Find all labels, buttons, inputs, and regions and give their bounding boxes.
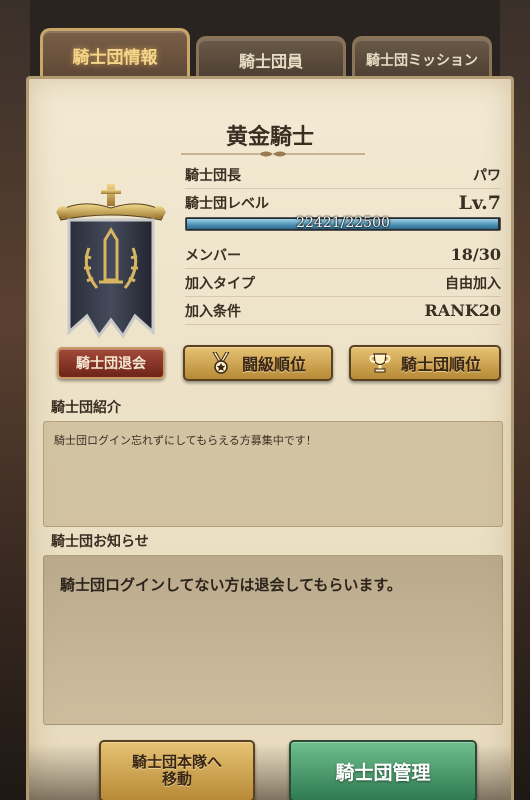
join-type-label: 加入タイプ [185,275,255,292]
guild-manage-button[interactable]: 騎士団管理 [289,740,477,800]
guild-emblem-icon [56,184,166,339]
intro-box: 騎士団ログイン忘れずにしてもらえる方募集中です！ [43,421,503,527]
intro-text: 騎士団ログイン忘れずにしてもらえる方募集中です！ [54,434,317,447]
leader-row: 騎士団長 パワ [185,161,501,189]
guild-rank-button[interactable]: 騎士団順位 [349,345,501,381]
notice-heading: 騎士団お知らせ [51,534,149,550]
guild-name: 黄金騎士 [225,125,314,150]
battle-rank-button[interactable]: 闘級順位 [183,345,333,381]
guild-rank-label: 騎士団順位 [400,355,481,374]
medal-icon [212,352,230,374]
join-type-value: 自由加入 [445,275,501,292]
tab-guild-info[interactable]: 騎士団情報 [40,28,190,80]
level-value: Lv.7 [458,192,501,214]
notice-box: 騎士団ログインしてない方は退会してもらいます。 [43,555,503,725]
leader-value: パワ [473,167,501,184]
intro-heading: 騎士団紹介 [51,400,121,416]
leader-label: 騎士団長 [185,167,241,184]
join-type-row: 加入タイプ 自由加入 [185,269,501,297]
xp-progress-text: 22421/22500 [296,215,390,231]
tab-bar: 騎士団情報 騎士団員 騎士団ミッション [40,28,492,80]
level-label: 騎士団レベル [185,196,269,212]
members-label: メンバー [185,247,241,264]
guild-info-panel: 黄金騎士 騎士団長 パワ 騎士団レベル Lv.7 22421/22500 メンバ… [26,76,514,800]
battle-rank-label: 闘級順位 [241,355,306,374]
join-condition-value: RANK20 [424,301,501,320]
members-row: メンバー 18/30 [185,241,501,269]
members-value: 18/30 [450,245,501,264]
guild-info-table: 騎士団長 パワ 騎士団レベル Lv.7 22421/22500 メンバー 18/… [185,161,501,325]
trophy-icon [369,353,391,373]
leave-guild-button[interactable]: 騎士団退会 [57,347,165,379]
move-label-line2: 移動 [161,770,192,788]
join-condition-row: 加入条件 RANK20 [185,297,501,325]
tab-guild-members[interactable]: 騎士団員 [196,36,346,80]
tab-guild-missions[interactable]: 騎士団ミッション [352,36,492,80]
join-condition-label: 加入条件 [185,303,241,320]
move-to-main-guild-button[interactable]: 騎士団本隊へ 移動 [99,740,255,800]
notice-text: 騎士団ログインしてない方は退会してもらいます。 [60,576,402,594]
xp-progress-bar: 22421/22500 [185,215,501,231]
move-label-line1: 騎士団本隊へ [131,753,222,771]
title-ornament-icon [181,151,365,157]
level-row: 騎士団レベル Lv.7 [185,189,501,217]
